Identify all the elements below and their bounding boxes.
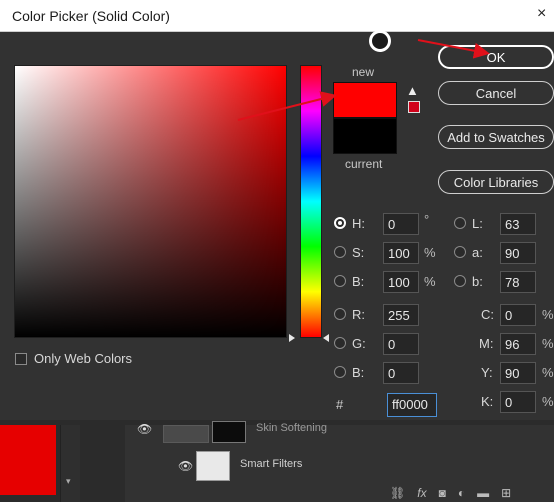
hex-input[interactable]: ff0000 <box>387 393 437 417</box>
magenta-label: M: <box>479 336 494 351</box>
link-layers-icon[interactable]: ⛓ <box>390 486 405 500</box>
layers-toolbar: ⛓ fx ◙ ◐ ▬ ⊞ <box>390 486 511 500</box>
lab-a-radio[interactable] <box>454 246 466 258</box>
magenta-unit: % <box>542 336 554 351</box>
hue-input[interactable]: 0 <box>383 213 419 235</box>
mask-icon[interactable]: ◙ <box>439 486 446 500</box>
fx-icon[interactable]: fx <box>417 486 426 500</box>
current-color-swatch[interactable] <box>333 118 397 154</box>
blue-input[interactable]: 0 <box>383 362 419 384</box>
new-layer-icon[interactable]: ⊞ <box>501 486 511 500</box>
hue-label: H: <box>352 216 365 231</box>
layer-mask-thumbnail[interactable] <box>212 421 246 443</box>
visibility-eye-icon[interactable]: 👁 <box>137 422 152 436</box>
dialog-title: Color Picker (Solid Color) <box>12 8 170 24</box>
cyan-label: C: <box>481 307 494 322</box>
green-label: G: <box>352 336 366 351</box>
only-web-colors-label[interactable]: Only Web Colors <box>34 351 132 366</box>
adjustment-layer-icon[interactable]: ◐ <box>458 486 465 500</box>
hue-slider-right-arrow-icon[interactable] <box>323 334 329 342</box>
saturation-input[interactable]: 100 <box>383 242 419 264</box>
color-field[interactable] <box>14 65 287 338</box>
brightness-input[interactable]: 100 <box>383 271 419 293</box>
close-icon[interactable]: × <box>537 5 546 23</box>
green-input[interactable]: 0 <box>383 333 419 355</box>
cancel-button[interactable]: Cancel <box>438 81 554 105</box>
only-web-colors-checkbox[interactable] <box>15 353 27 365</box>
hue-slider[interactable] <box>300 65 322 338</box>
hue-radio[interactable] <box>334 217 346 229</box>
black-unit: % <box>542 394 554 409</box>
add-to-swatches-button[interactable]: Add to Swatches <box>438 125 554 149</box>
current-color-label: current <box>345 157 383 171</box>
blue-radio[interactable] <box>334 366 346 378</box>
lab-l-label: L: <box>472 216 483 231</box>
new-color-label: new <box>352 65 375 79</box>
saturation-unit: % <box>424 245 436 260</box>
title-bar: Color Picker (Solid Color) × <box>0 0 554 32</box>
brightness-unit: % <box>424 274 436 289</box>
hue-slider-left-arrow-icon[interactable] <box>289 334 295 342</box>
lab-l-radio[interactable] <box>454 217 466 229</box>
lab-l-input[interactable]: 63 <box>500 213 536 235</box>
brightness-label: B: <box>352 274 365 289</box>
lab-a-input[interactable]: 90 <box>500 242 536 264</box>
black-input[interactable]: 0 <box>500 391 536 413</box>
lab-b-label: b: <box>472 274 483 289</box>
black-label: K: <box>481 394 494 409</box>
out-of-gamut-warning-icon[interactable]: ▲ <box>406 83 419 98</box>
smart-filters-thumbnail[interactable] <box>196 451 230 481</box>
color-picker-dialog: Color Picker (Solid Color) × new current… <box>0 0 554 420</box>
magenta-input[interactable]: 96 <box>500 333 536 355</box>
red-input[interactable]: 255 <box>383 304 419 326</box>
lab-a-label: a: <box>472 245 483 260</box>
hex-hash-label: # <box>336 397 344 412</box>
yellow-unit: % <box>542 365 554 380</box>
brightness-radio[interactable] <box>334 275 346 287</box>
lab-b-radio[interactable] <box>454 275 466 287</box>
ok-button[interactable]: OK <box>438 45 554 69</box>
saturation-label: S: <box>352 245 365 260</box>
canvas-red-area <box>0 425 56 495</box>
cyan-unit: % <box>542 307 554 322</box>
red-label: R: <box>352 307 365 322</box>
scroll-down-icon[interactable]: ▾ <box>66 476 71 487</box>
yellow-label: Y: <box>481 365 493 380</box>
new-color-swatch <box>333 82 397 118</box>
layer-name-skin-softening[interactable]: Skin Softening <box>256 422 327 434</box>
blue-label: B: <box>352 365 365 380</box>
color-libraries-button[interactable]: Color Libraries <box>438 170 554 194</box>
smart-filters-label[interactable]: Smart Filters <box>240 458 302 470</box>
yellow-input[interactable]: 90 <box>500 362 536 384</box>
folder-icon[interactable]: ▬ <box>477 486 489 500</box>
cyan-input[interactable]: 0 <box>500 304 536 326</box>
saturation-radio[interactable] <box>334 246 346 258</box>
canvas-scrollbar[interactable] <box>60 425 80 502</box>
layer-link-icons <box>163 425 209 443</box>
red-radio[interactable] <box>334 308 346 320</box>
green-radio[interactable] <box>334 337 346 349</box>
smart-filters-eye-icon[interactable]: 👁 <box>178 459 193 473</box>
lab-b-input[interactable]: 78 <box>500 271 536 293</box>
hue-unit: ° <box>424 212 430 227</box>
eyedropper-cursor-icon <box>369 30 391 52</box>
gamut-correction-swatch[interactable] <box>408 101 420 113</box>
